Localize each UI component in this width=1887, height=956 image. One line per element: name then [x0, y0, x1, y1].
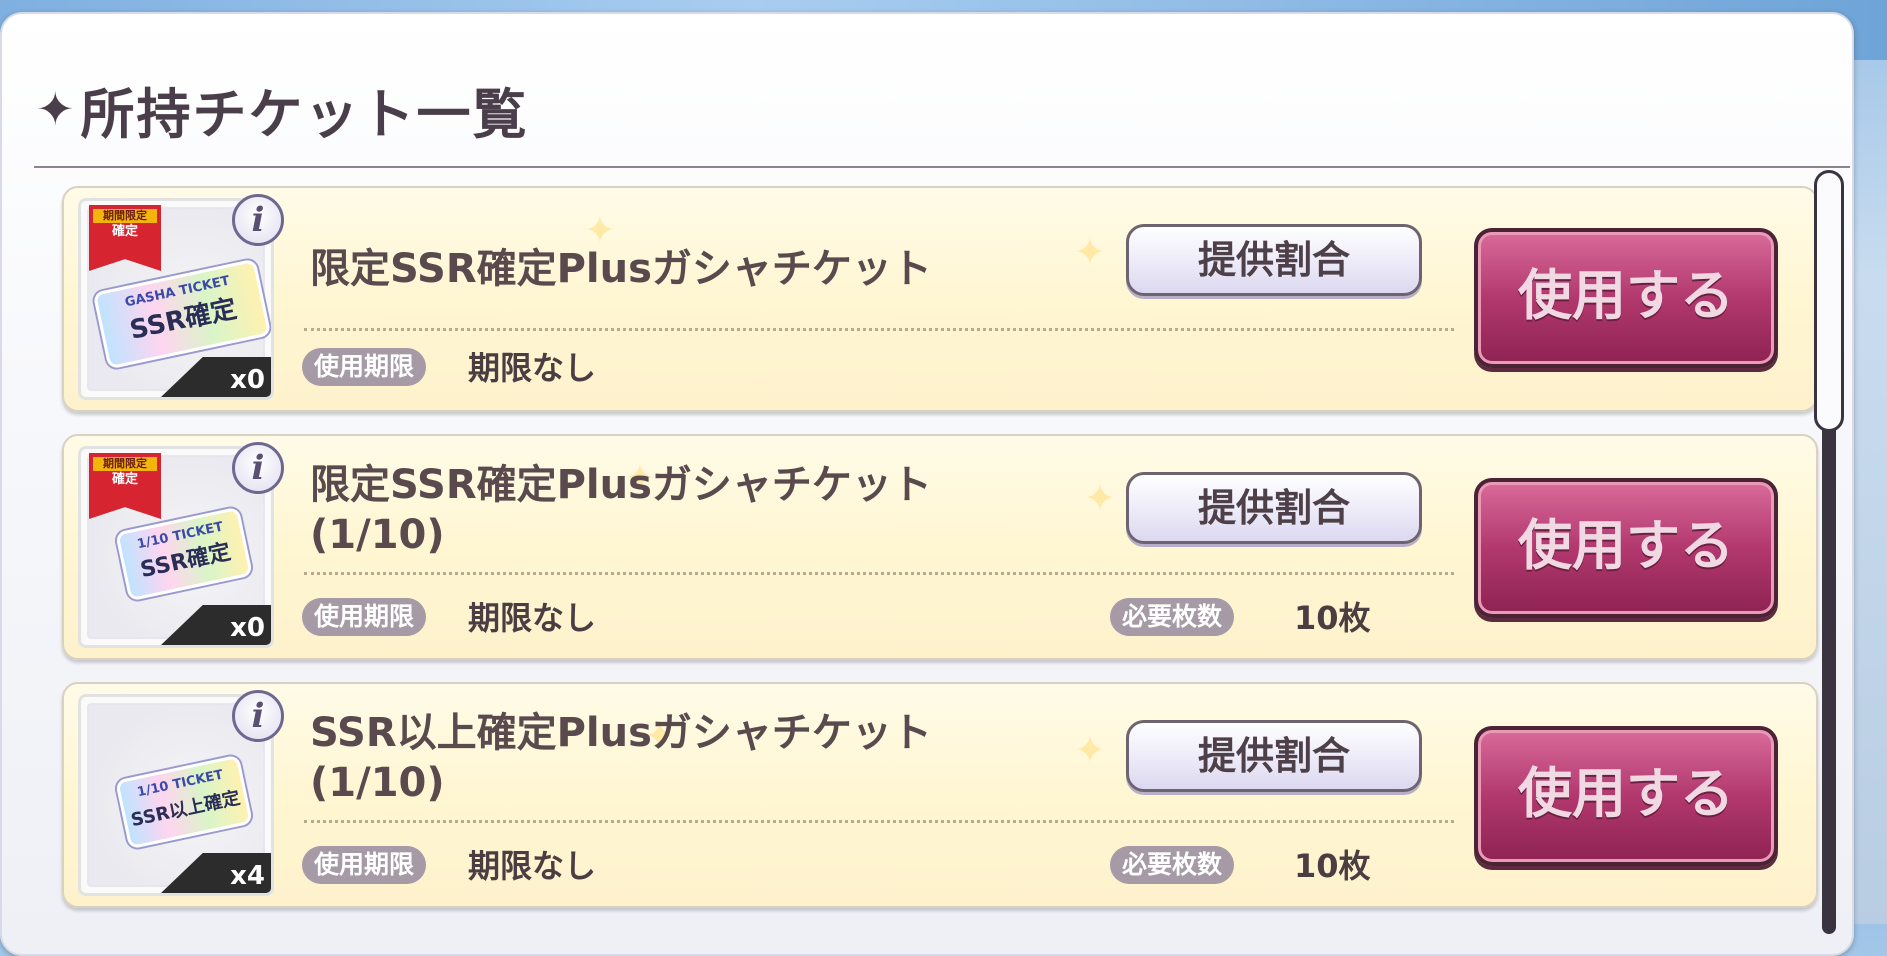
rates-button[interactable]: 提供割合 [1126, 720, 1422, 792]
expiry-value: 期限なし [468, 349, 597, 387]
info-icon[interactable]: i [232, 442, 284, 494]
ribbon-line2: 確定 [111, 224, 138, 239]
expiry-value: 期限なし [468, 847, 597, 885]
ticket-count: x0 [230, 613, 265, 643]
rates-button[interactable]: 提供割合 [1126, 224, 1422, 296]
ribbon-line1: 期間限定 [93, 457, 157, 471]
sparkle-decoration-icon: ✦ [1074, 230, 1106, 274]
ribbon-line2: 確定 [111, 472, 138, 487]
rates-button[interactable]: 提供割合 [1126, 472, 1422, 544]
use-button[interactable]: 使用する [1474, 228, 1778, 368]
ticket-name: 限定SSR確定Plusガシャチケット(1/10) [310, 462, 932, 558]
ticket-name: SSR以上確定Plusガシャチケット(1/10) [310, 710, 932, 806]
sparkle-decoration-icon: ✦ [1074, 728, 1106, 772]
page-title: ✦ 所持チケット一覧 [36, 74, 529, 146]
ribbon-line1: 期間限定 [93, 209, 157, 223]
use-button[interactable]: 使用する [1474, 726, 1778, 866]
required-count-badge: 必要枚数 [1110, 846, 1235, 884]
use-button[interactable]: 使用する [1474, 478, 1778, 618]
required-count-value: 10枚 [1294, 847, 1371, 885]
dotted-divider [304, 572, 1454, 575]
info-icon[interactable]: i [232, 194, 284, 246]
expiry-value: 期限なし [468, 599, 597, 637]
info-icon[interactable]: i [232, 690, 284, 742]
ticket-count: x4 [230, 861, 265, 891]
dotted-divider [304, 820, 1454, 823]
ticket-count: x0 [230, 365, 265, 395]
dotted-divider [304, 328, 1454, 331]
page-title-text: 所持チケット一覧 [80, 82, 529, 146]
required-count-badge: 必要枚数 [1110, 598, 1235, 636]
ticket-row: ✦ ✦ 期間限定 確定 1/10 TICKET SSR確定 x0 i 限定SSR… [62, 434, 1818, 660]
title-divider [34, 166, 1850, 168]
sparkle-star-icon: ✦ [36, 82, 75, 136]
expiry-badge: 使用期限 [302, 598, 427, 636]
ticket-row: ✦ ✦ 期間限定 確定 GASHA TICKET SSR確定 x0 i 限定SS… [62, 186, 1818, 412]
ticket-name: 限定SSR確定Plusガシャチケット [310, 246, 932, 292]
required-count-value: 10枚 [1294, 599, 1371, 637]
scrollbar-thumb[interactable] [1814, 170, 1844, 432]
expiry-badge: 使用期限 [302, 348, 427, 386]
expiry-badge: 使用期限 [302, 846, 427, 884]
ticket-row: ✦ ✦ 1/10 TICKET SSR以上確定 x4 i SSR以上確定Plus… [62, 682, 1818, 908]
sparkle-decoration-icon: ✦ [1084, 476, 1116, 520]
